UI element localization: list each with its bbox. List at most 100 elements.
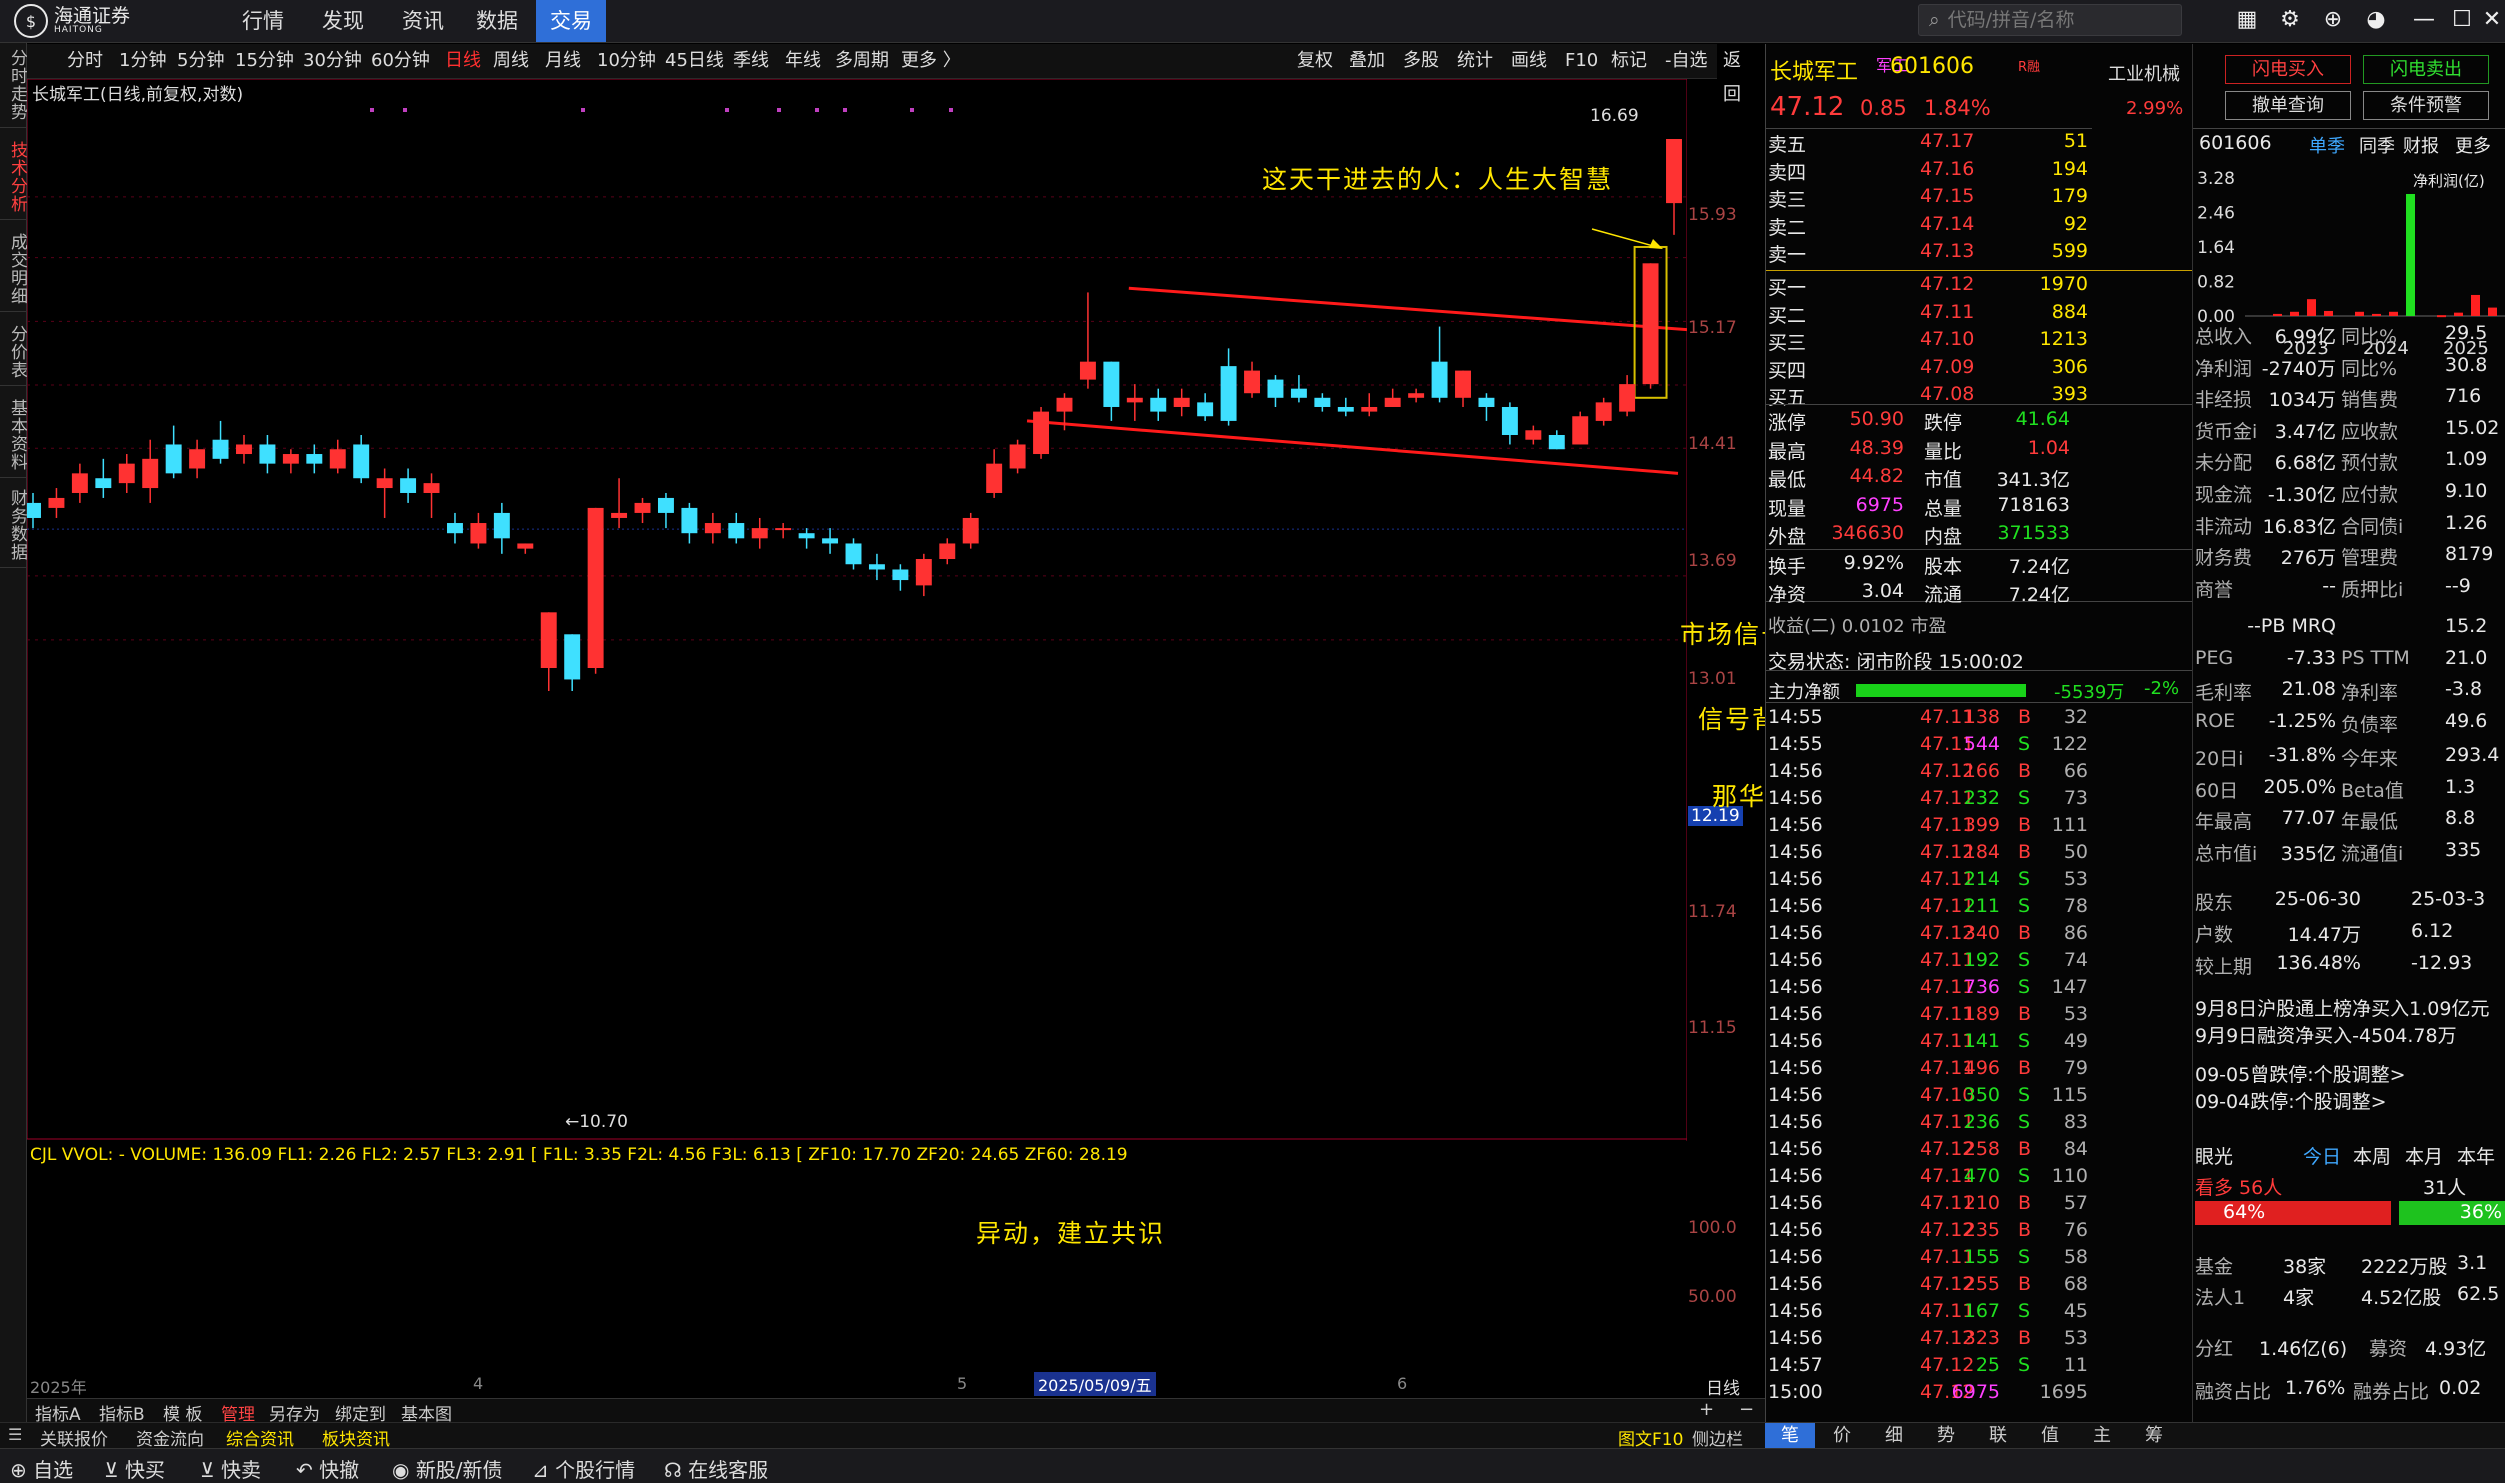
chat-icon[interactable]: ◕: [2362, 6, 2390, 34]
maximize-icon[interactable]: ☐: [2448, 6, 2476, 34]
ask-row[interactable]: 卖三 47.15 179: [1766, 185, 2092, 213]
globe-icon[interactable]: ⊕: [2319, 6, 2347, 34]
tab-sidebar[interactable]: 侧边栏: [1692, 1425, 1743, 1450]
tool-back[interactable]: 返回: [1723, 44, 1741, 105]
eyes-tab[interactable]: 本年: [2457, 1142, 2495, 1169]
close-icon[interactable]: ✕: [2478, 6, 2505, 34]
news-text[interactable]: 09-04跌停:个股调整>: [2195, 1087, 2387, 1114]
tool-f10[interactable]: F10: [1565, 44, 1598, 78]
period-tab[interactable]: 年线: [785, 44, 821, 78]
zoom-out-icon[interactable]: −: [1739, 1399, 1754, 1420]
taskbar-item[interactable]: ↶ 快撤: [296, 1454, 359, 1483]
taskbar: ⊕ 自选 ⊻ 快买 ⊻ 快卖 ↶ 快撤 ◉ 新股/新债 ⊿ 个股行情 ☊ 在线客…: [0, 1448, 2505, 1483]
period-tab[interactable]: 5分钟: [177, 44, 224, 78]
taskbar-item[interactable]: ⊿ 个股行情: [532, 1454, 635, 1483]
bid-row[interactable]: 买一 47.12 1970: [1766, 273, 2092, 301]
quote-tab[interactable]: 势: [1921, 1423, 1971, 1449]
fin-tab-same[interactable]: 同季: [2359, 132, 2395, 158]
period-tab-active[interactable]: 日线: [445, 44, 481, 78]
zoom-in-icon[interactable]: +: [1699, 1399, 1714, 1420]
margin-value: 1.76%: [2285, 1377, 2346, 1399]
vtab-finance[interactable]: 财务数据: [0, 483, 27, 568]
tab-news[interactable]: 综合资讯: [226, 1425, 294, 1450]
nav-market[interactable]: 行情: [228, 0, 298, 42]
bid-row[interactable]: 买三 47.10 1213: [1766, 328, 2092, 356]
search-input[interactable]: ⌕ 代码/拼音/名称: [1918, 4, 2182, 36]
vtab-technical[interactable]: 技术分析: [0, 135, 27, 220]
vtab-price-table[interactable]: 分价表: [0, 319, 27, 386]
tab-related[interactable]: 关联报价: [40, 1425, 108, 1450]
tool-fav[interactable]: -自选: [1665, 44, 1708, 78]
period-tab-more[interactable]: 更多 〉: [901, 44, 961, 78]
period-tab[interactable]: 月线: [545, 44, 581, 78]
ask-row[interactable]: 卖五 47.17 51: [1766, 130, 2092, 158]
period-tab[interactable]: 季线: [733, 44, 769, 78]
taskbar-item[interactable]: ◉ 新股/新债: [392, 1454, 503, 1483]
flash-sell-button[interactable]: 闪电卖出: [2363, 55, 2489, 84]
vtab-profile[interactable]: 基本资料: [0, 393, 27, 478]
tool-overlay[interactable]: 叠加: [1349, 44, 1385, 78]
quote-tab[interactable]: 主: [2077, 1423, 2127, 1449]
ask-row[interactable]: 卖二 47.14 92: [1766, 213, 2092, 241]
nav-trade[interactable]: 交易: [536, 0, 606, 42]
nav-news[interactable]: 资讯: [388, 0, 458, 42]
tool-stats[interactable]: 统计: [1457, 44, 1493, 78]
fin-tab-single[interactable]: 单季: [2309, 132, 2345, 158]
news-text[interactable]: 09-05曾跌停:个股调整>: [2195, 1060, 2406, 1087]
flash-buy-button[interactable]: 闪电买入: [2225, 55, 2351, 84]
brand-logo[interactable]: $ 海通证券 HAITONG: [14, 4, 154, 38]
tab-capital[interactable]: 资金流向: [136, 1425, 204, 1450]
period-tab[interactable]: 15分钟: [235, 44, 294, 78]
cancel-query-button[interactable]: 撤单查询: [2225, 91, 2351, 120]
bid-row[interactable]: 买五 47.08 393: [1766, 383, 2092, 411]
tab-sector[interactable]: 板块资讯: [322, 1425, 390, 1450]
ask-row[interactable]: 卖四 47.16 194: [1766, 158, 2092, 186]
quote-tab[interactable]: 细: [1869, 1423, 1919, 1449]
bid-row[interactable]: 买二 47.11 884: [1766, 301, 2092, 329]
quote-tab[interactable]: 联: [1973, 1423, 2023, 1449]
tab-f10-graphic[interactable]: 图文F10: [1618, 1425, 1683, 1450]
nav-data[interactable]: 数据: [462, 0, 532, 42]
kline-chart[interactable]: [27, 79, 1687, 1141]
period-tab[interactable]: 10分钟: [597, 44, 656, 78]
tool-multi[interactable]: 多股: [1403, 44, 1439, 78]
news-text[interactable]: 9月9日融资净买入-4504.78万: [2195, 1021, 2457, 1048]
bid-row[interactable]: 买四 47.09 306: [1766, 356, 2092, 384]
eyes-tab[interactable]: 今日: [2303, 1142, 2341, 1169]
period-tab[interactable]: 30分钟: [303, 44, 362, 78]
period-tab[interactable]: 1分钟: [119, 44, 166, 78]
condition-alert-button[interactable]: 条件预警: [2363, 91, 2489, 120]
tool-mark[interactable]: 标记: [1611, 44, 1647, 78]
quote-tab[interactable]: 筹: [2129, 1423, 2179, 1449]
period-tab[interactable]: 分时: [67, 44, 103, 78]
vtab-timeshare[interactable]: 分时走势: [0, 43, 27, 128]
eyes-tab[interactable]: 本月: [2405, 1142, 2443, 1169]
news-text[interactable]: 9月8日沪股通上榜净买入1.09亿元: [2195, 994, 2489, 1021]
period-tab[interactable]: 周线: [493, 44, 529, 78]
fin-tab-more[interactable]: 更多: [2455, 132, 2491, 158]
industry-name[interactable]: 工业机械: [2108, 60, 2180, 86]
tool-draw[interactable]: 画线: [1511, 44, 1547, 78]
taskbar-item[interactable]: ⊻ 快买: [104, 1454, 165, 1483]
brand-sub: HAITONG: [54, 25, 103, 35]
taskbar-item[interactable]: ⊕ 自选: [10, 1454, 73, 1483]
period-tab[interactable]: 45日线: [665, 44, 724, 78]
period-tab[interactable]: 60分钟: [371, 44, 430, 78]
taskbar-item[interactable]: ☊ 在线客服: [664, 1454, 768, 1483]
quote-tab[interactable]: 价: [1817, 1423, 1867, 1449]
quote-tab[interactable]: 笔: [1765, 1423, 1815, 1449]
eyes-tab[interactable]: 本周: [2353, 1142, 2391, 1169]
gear-icon[interactable]: ⚙: [2276, 6, 2304, 34]
tool-restore[interactable]: 复权: [1297, 44, 1333, 78]
period-tab[interactable]: 多周期: [835, 44, 889, 78]
grid-icon[interactable]: ▦: [2233, 6, 2261, 34]
nav-discover[interactable]: 发现: [308, 0, 378, 42]
fin-tab-report[interactable]: 财报: [2403, 132, 2439, 158]
taskbar-item[interactable]: ⊻ 快卖: [200, 1454, 261, 1483]
ask-row[interactable]: 卖一 47.13 599: [1766, 240, 2092, 268]
vtab-trades[interactable]: 成交明细: [0, 227, 27, 312]
quote-tab[interactable]: 值: [2025, 1423, 2075, 1449]
minimize-icon[interactable]: —: [2410, 6, 2438, 34]
list-icon[interactable]: ☰: [8, 1425, 22, 1444]
level-volume: 599: [2051, 240, 2088, 262]
